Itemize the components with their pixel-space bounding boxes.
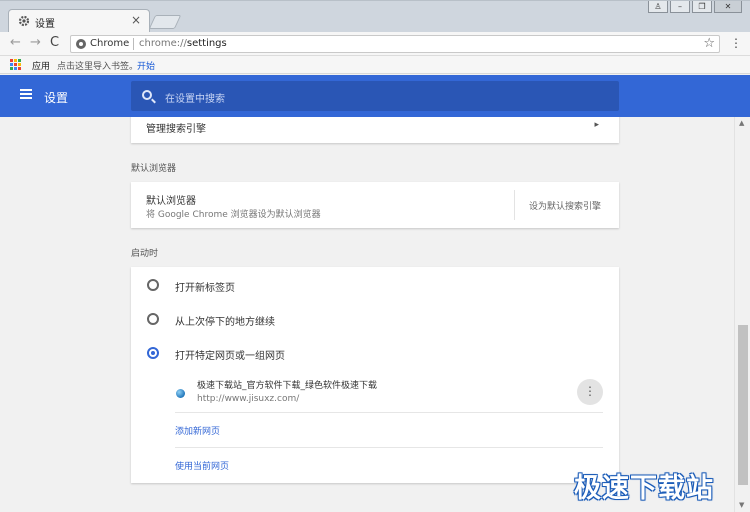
browser-toolbar: ← → C Chrome chrome://settings ☆ ⋮	[0, 32, 750, 56]
address-bar[interactable]: Chrome chrome://settings ☆	[70, 35, 720, 53]
apps-grid-dot	[18, 59, 21, 62]
search-icon	[142, 90, 152, 100]
scrollbar[interactable]: ▲ ▼	[734, 117, 750, 512]
chrome-icon	[76, 39, 86, 49]
bookmarks-bar: 应用 点击这里导入书签。 开始	[0, 56, 750, 74]
site-chip: Chrome	[90, 38, 130, 49]
default-browser-card: 默认浏览器 将 Google Chrome 浏览器设为默认浏览器 设为默认搜索引…	[131, 182, 619, 228]
apps-grid-dot	[10, 63, 13, 66]
new-tab-button[interactable]	[148, 15, 182, 29]
default-browser-subtitle: 将 Google Chrome 浏览器设为默认浏览器	[146, 210, 321, 220]
apps-grid-dot	[10, 67, 13, 70]
manage-search-engines[interactable]: 管理搜索引擎	[146, 120, 206, 135]
bookmark-start-link[interactable]: 开始	[137, 59, 155, 72]
tab-close-icon[interactable]: ×	[131, 13, 141, 27]
apps-grid-dot	[14, 67, 17, 70]
url-path: settings	[186, 38, 227, 49]
settings-search-input[interactable]: 在设置中搜索	[131, 81, 619, 111]
settings-header: 设置 在设置中搜索	[0, 75, 750, 117]
use-current-pages-link[interactable]: 使用当前网页	[175, 459, 229, 472]
startup-option-label: 打开新标签页	[175, 283, 235, 294]
divider	[514, 190, 515, 220]
radio-continue[interactable]	[147, 313, 159, 325]
bookmark-star-icon[interactable]: ☆	[703, 36, 715, 51]
bookmark-apps[interactable]: 应用	[32, 59, 50, 72]
startup-option-label: 从上次停下的地方继续	[175, 317, 275, 328]
make-default-button[interactable]: 设为默认搜索引擎	[529, 199, 601, 212]
settings-content: 管理搜索引擎 ▸ 默认浏览器 默认浏览器 将 Google Chrome 浏览器…	[0, 117, 734, 512]
gear-icon	[18, 15, 30, 27]
minimize-button[interactable]: –	[670, 1, 690, 13]
url-text[interactable]: chrome://settings	[139, 38, 227, 49]
reload-icon[interactable]: C	[50, 36, 59, 50]
bookmark-import-hint: 点击这里导入书签。	[57, 62, 139, 72]
chrome-menu-icon[interactable]: ⋮	[730, 36, 742, 50]
section-default-browser: 默认浏览器	[131, 164, 177, 174]
page-title: 设置	[44, 91, 69, 105]
window-controls: ♙ – ❐ ✕	[648, 1, 742, 13]
menu-icon[interactable]	[20, 89, 32, 99]
startup-option-label: 打开特定网页或一组网页	[175, 351, 285, 362]
divider	[175, 447, 603, 448]
apps-grid-dot	[14, 59, 17, 62]
startup-page-url: http://www.jisuxz.com/	[197, 394, 300, 404]
section-on-startup: 启动时	[131, 249, 159, 259]
forward-icon[interactable]: →	[30, 36, 41, 50]
back-icon[interactable]: ←	[10, 36, 21, 50]
close-window-button[interactable]: ✕	[714, 1, 742, 13]
globe-icon	[176, 389, 185, 398]
apps-grid-icon[interactable]	[10, 59, 21, 70]
search-placeholder: 在设置中搜索	[165, 94, 225, 105]
scroll-down-icon[interactable]: ▼	[739, 501, 744, 509]
apps-grid-dot	[18, 63, 21, 66]
apps-grid-dot	[10, 59, 13, 62]
apps-grid-dot	[14, 63, 17, 66]
tab-title: 设置	[35, 19, 55, 30]
scroll-up-icon[interactable]: ▲	[739, 119, 744, 127]
apps-grid-dot	[18, 67, 21, 70]
tab-strip: 设置 × ♙ – ❐ ✕	[0, 0, 750, 33]
chevron-right-icon[interactable]: ▸	[594, 120, 599, 130]
startup-card: 打开新标签页 从上次停下的地方继续 打开特定网页或一组网页 极速下载站_官方软件…	[131, 267, 619, 483]
more-actions-icon[interactable]: ⋮	[577, 379, 603, 405]
tab-settings[interactable]: 设置 ×	[8, 9, 150, 33]
radio-new-tab[interactable]	[147, 279, 159, 291]
add-new-page-link[interactable]: 添加新网页	[175, 424, 220, 437]
url-scheme: chrome://	[139, 38, 187, 49]
search-engine-card: 管理搜索引擎 ▸	[131, 117, 619, 143]
watermark: 极速下载站	[574, 473, 714, 504]
restore-button[interactable]: ❐	[692, 1, 712, 13]
url-separator	[133, 38, 134, 50]
divider	[175, 412, 603, 413]
scrollbar-thumb[interactable]	[738, 325, 748, 485]
default-browser-title: 默认浏览器	[146, 196, 196, 207]
radio-specific-pages[interactable]	[147, 347, 159, 359]
user-icon[interactable]: ♙	[648, 1, 668, 13]
startup-page-title: 极速下载站_官方软件下载_绿色软件极速下载	[197, 381, 378, 391]
